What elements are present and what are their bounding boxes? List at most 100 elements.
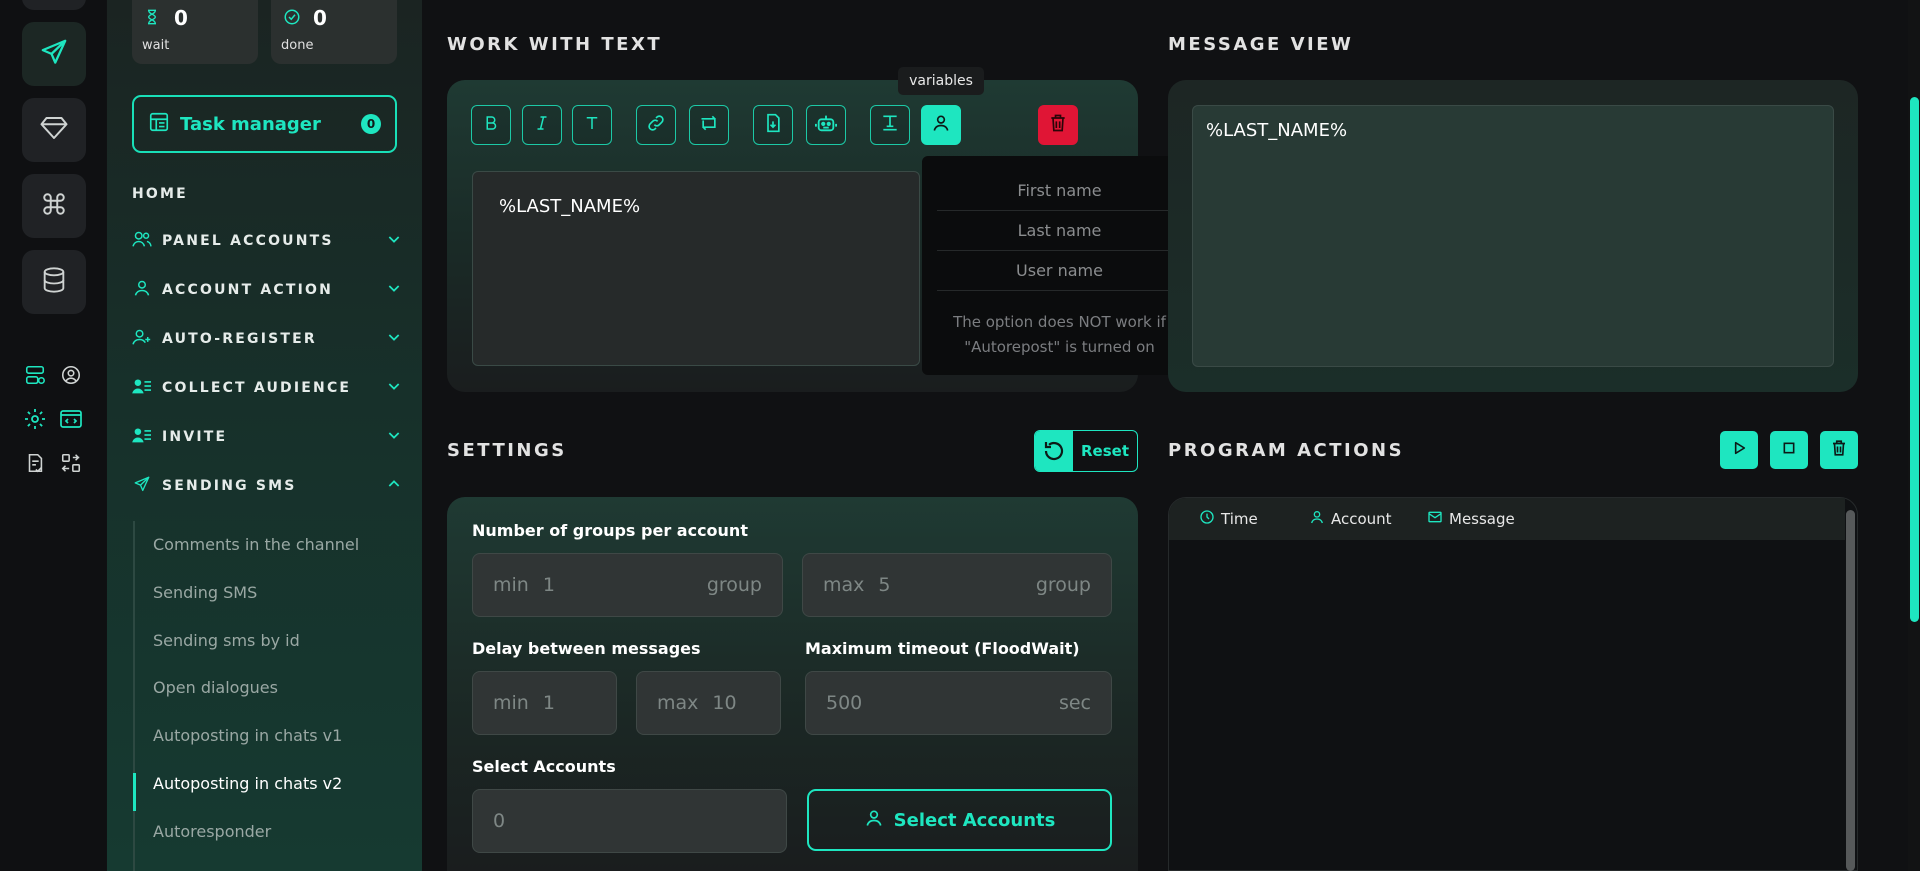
nav-auto-register[interactable]: AUTO-REGISTER [132, 326, 402, 352]
nav-panel-accounts-label: PANEL ACCOUNTS [162, 233, 334, 249]
text-icon [583, 114, 601, 136]
column-account[interactable]: Account [1309, 509, 1392, 529]
nav-sending-sms[interactable]: SENDING SMS [132, 473, 402, 499]
variable-first-name[interactable]: First name [937, 171, 1182, 211]
accounts-count-value: 0 [493, 810, 506, 832]
column-time[interactable]: Time [1199, 509, 1258, 529]
accounts-count-input[interactable]: 0 [472, 789, 787, 853]
groups-min-input[interactable]: min 1 group [472, 553, 783, 617]
user-plus-icon [132, 328, 152, 350]
submenu-active-indicator [133, 773, 136, 811]
task-manager-button[interactable]: Task manager 0 [132, 95, 397, 153]
message-preview: %LAST_NAME% [1192, 105, 1834, 367]
nav-auto-register-label: AUTO-REGISTER [162, 331, 317, 347]
diamond-icon [39, 113, 69, 147]
log-scrollbar[interactable] [1846, 510, 1855, 871]
stat-done-value: 0 [313, 6, 327, 30]
stop-button[interactable] [1770, 431, 1808, 469]
submenu-item[interactable]: Autoposting in chats v1 [153, 726, 342, 745]
select-accounts-button[interactable]: Select Accounts [807, 789, 1112, 851]
nav-collect-audience-label: COLLECT AUDIENCE [162, 380, 352, 396]
message-text-input[interactable]: %LAST_NAME% [472, 171, 920, 366]
submenu-item[interactable]: Open dialogues [153, 678, 278, 697]
program-actions-card [1168, 497, 1858, 871]
link-button[interactable] [636, 105, 676, 145]
switch-icon[interactable] [58, 450, 84, 476]
user-pin-icon[interactable] [58, 362, 84, 388]
groups-max-value: 5 [878, 574, 891, 596]
work-with-text-title: WORK WITH TEXT [447, 34, 663, 55]
italic-button[interactable] [522, 105, 562, 145]
users-icon [132, 230, 152, 252]
stat-done: 0 done [271, 0, 397, 64]
italic-icon [533, 114, 551, 136]
nav-account-action[interactable]: ACCOUNT ACTION [132, 277, 402, 303]
variables-tooltip: variables [898, 67, 984, 95]
delay-max-input[interactable]: max 10 [636, 671, 781, 735]
delay-min-input[interactable]: min 1 [472, 671, 617, 735]
groups-min-value: 1 [542, 574, 555, 596]
stat-done-label: done [281, 38, 314, 53]
task-manager-badge: 0 [361, 114, 381, 134]
submenu-item[interactable]: Sending SMS [153, 583, 257, 602]
delay-min-value: 1 [542, 692, 555, 714]
nav-collect-audience[interactable]: COLLECT AUDIENCE [132, 375, 402, 401]
rail-button-database[interactable] [22, 250, 86, 314]
timeout-input[interactable]: 500 sec [805, 671, 1112, 735]
groups-max-input[interactable]: max 5 group [802, 553, 1112, 617]
message-view-title: MESSAGE VIEW [1168, 34, 1354, 55]
rail-button-top[interactable] [22, 0, 86, 10]
nav-invite[interactable]: INVITE [132, 424, 402, 450]
rail-button-send[interactable] [22, 22, 86, 86]
bold-button[interactable] [471, 105, 511, 145]
column-message[interactable]: Message [1427, 509, 1515, 529]
send-icon [39, 37, 69, 71]
bot-button[interactable] [806, 105, 846, 145]
mail-icon [1427, 509, 1443, 529]
format-text-button[interactable] [870, 105, 910, 145]
play-icon [1731, 440, 1747, 460]
nav-account-action-label: ACCOUNT ACTION [162, 282, 334, 298]
settings-title: SETTINGS [447, 440, 567, 461]
stat-wait-label: wait [142, 38, 170, 53]
submenu-rail [133, 521, 135, 871]
submenu-item[interactable]: Sending sms by id [153, 631, 300, 650]
rail-button-command[interactable] [22, 174, 86, 238]
reset-label: Reset [1081, 442, 1129, 460]
clock-icon [1199, 509, 1215, 529]
icon-rail [0, 0, 106, 871]
submenu-item-active[interactable]: Autoposting in chats v2 [153, 774, 342, 793]
delete-text-button[interactable] [1038, 105, 1078, 145]
page-scrollbar[interactable] [1910, 97, 1919, 622]
chevron-up-icon [386, 476, 402, 496]
sec-unit: sec [1058, 692, 1091, 714]
submenu-item[interactable]: Autoresponder [153, 822, 271, 841]
variable-last-name[interactable]: Last name [937, 211, 1182, 251]
submenu-item[interactable]: Comments in the channel [153, 535, 359, 554]
select-accounts-button-label: Select Accounts [893, 809, 1056, 831]
checklist-icon[interactable] [22, 450, 48, 476]
repost-button[interactable] [689, 105, 729, 145]
command-icon [41, 191, 67, 221]
rail-button-diamond[interactable] [22, 98, 86, 162]
text-button[interactable] [572, 105, 612, 145]
timeout-label: Maximum timeout (FloodWait) [805, 639, 1080, 658]
stat-wait: 0 wait [132, 0, 258, 64]
code-window-icon[interactable] [58, 406, 84, 432]
gear-icon[interactable] [22, 406, 48, 432]
user-icon [864, 808, 884, 833]
variable-user-name[interactable]: User name [937, 251, 1182, 291]
server-icon[interactable] [22, 362, 48, 388]
refresh-icon [1035, 431, 1073, 471]
stop-icon [1781, 440, 1797, 460]
import-file-button[interactable] [753, 105, 793, 145]
clear-log-button[interactable] [1820, 431, 1858, 469]
variables-note: The option does NOT work if "Autorepost"… [953, 313, 1166, 356]
variables-button[interactable] [921, 105, 961, 145]
play-button[interactable] [1720, 431, 1758, 469]
hourglass-icon [144, 8, 160, 30]
check-circle-icon [283, 8, 301, 30]
nav-home[interactable]: HOME [132, 181, 402, 207]
nav-panel-accounts[interactable]: PANEL ACCOUNTS [132, 228, 402, 254]
reset-button[interactable]: Reset [1034, 430, 1138, 472]
